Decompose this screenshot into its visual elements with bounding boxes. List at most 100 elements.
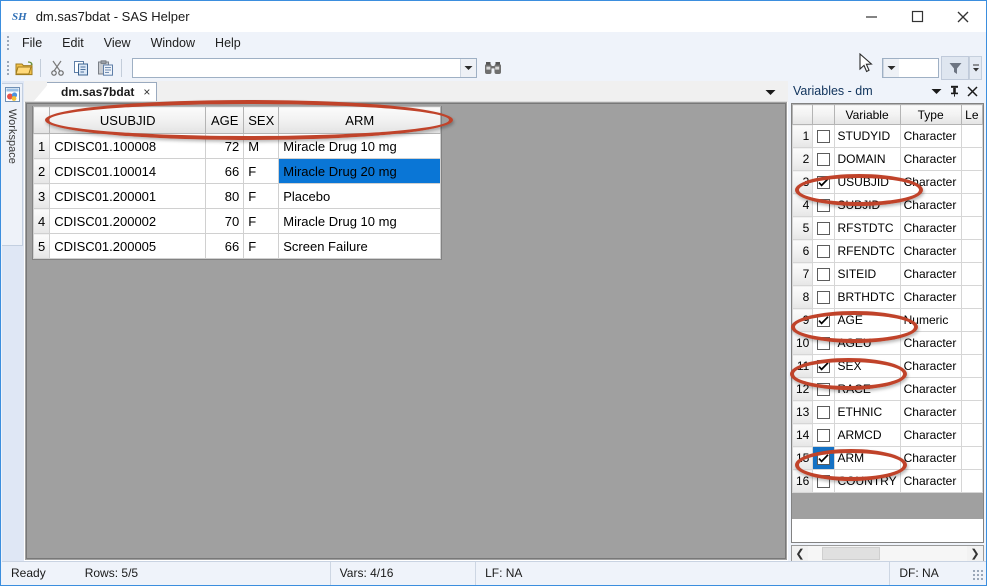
variable-row-number[interactable]: 8: [792, 285, 814, 309]
variable-type[interactable]: Character: [899, 400, 962, 424]
find-button[interactable]: [481, 57, 505, 79]
close-button[interactable]: [940, 1, 986, 32]
menu-help[interactable]: Help: [205, 33, 251, 53]
variable-checkbox[interactable]: [816, 130, 830, 144]
variable-checkbox-cell[interactable]: [812, 331, 835, 355]
variable-type[interactable]: Character: [899, 354, 962, 378]
variable-checkbox-cell[interactable]: [812, 124, 835, 148]
variable-type[interactable]: Character: [899, 331, 962, 355]
list-item[interactable]: 4 SUBJID Character: [792, 193, 983, 217]
table-row[interactable]: 4 CDISC01.200002 70 F Miracle Drug 10 mg: [32, 208, 442, 234]
variable-type[interactable]: Character: [899, 469, 962, 493]
variables-column-header-type[interactable]: Type: [899, 104, 962, 125]
column-header-age[interactable]: AGE: [205, 106, 245, 134]
cell-age[interactable]: 72: [205, 133, 245, 159]
variable-length[interactable]: [960, 308, 983, 332]
variable-name[interactable]: USUBJID: [833, 170, 901, 194]
variable-name[interactable]: COUNTRY: [833, 469, 901, 493]
variable-name[interactable]: RFSTDTC: [833, 216, 901, 240]
cell-arm[interactable]: Miracle Drug 10 mg: [278, 208, 442, 234]
variable-name[interactable]: RACE: [833, 377, 901, 401]
cell-arm[interactable]: Placebo: [278, 183, 442, 209]
cell-arm[interactable]: Miracle Drug 10 mg: [278, 133, 442, 159]
variable-name[interactable]: SEX: [833, 354, 901, 378]
variable-row-number[interactable]: 10: [792, 331, 814, 355]
chevron-right-icon[interactable]: ❯: [967, 546, 983, 561]
variable-checkbox-cell[interactable]: [812, 262, 835, 286]
cell-arm-selected[interactable]: Miracle Drug 20 mg: [278, 158, 442, 184]
variable-length[interactable]: [960, 147, 983, 171]
scrollbar-thumb[interactable]: [822, 547, 880, 560]
variable-length[interactable]: [960, 446, 983, 470]
variable-name[interactable]: ARMCD: [833, 423, 901, 447]
cell-usubjid[interactable]: CDISC01.200005: [49, 233, 207, 259]
variable-row-number[interactable]: 16: [792, 469, 814, 493]
variable-row-number[interactable]: 13: [792, 400, 814, 424]
document-tab-close-icon[interactable]: ×: [143, 85, 150, 99]
variables-horizontal-scrollbar[interactable]: ❮ ❯: [791, 545, 984, 562]
variable-checkbox-cell[interactable]: [812, 423, 835, 447]
variable-name[interactable]: ETHNIC: [833, 400, 901, 424]
variable-checkbox[interactable]: [816, 291, 830, 305]
variable-type[interactable]: Numeric: [899, 308, 962, 332]
variable-name[interactable]: AGE: [833, 308, 901, 332]
filter-dropdown-arrow-icon[interactable]: [883, 59, 899, 77]
variable-checkbox-cell[interactable]: [812, 239, 835, 263]
variable-checkbox-cell[interactable]: [812, 285, 835, 309]
list-item[interactable]: 10 AGEU Character: [792, 331, 983, 355]
variable-name[interactable]: BRTHDTC: [833, 285, 901, 309]
variable-checkbox-cell[interactable]: [812, 308, 835, 332]
panel-close-icon[interactable]: [963, 85, 981, 97]
column-header-sex[interactable]: SEX: [243, 106, 280, 134]
variable-name[interactable]: SUBJID: [833, 193, 901, 217]
list-item[interactable]: 5 RFSTDTC Character: [792, 216, 983, 240]
variable-length[interactable]: [960, 469, 983, 493]
variable-name[interactable]: STUDYID: [833, 124, 901, 148]
cell-usubjid[interactable]: CDISC01.200002: [49, 208, 207, 234]
cell-arm[interactable]: Screen Failure: [278, 233, 442, 259]
variable-name[interactable]: AGEU: [833, 331, 901, 355]
toolbar-overflow-button[interactable]: [969, 56, 982, 80]
list-item[interactable]: 9 AGE Numeric: [792, 308, 983, 332]
variable-checkbox-cell[interactable]: [812, 193, 835, 217]
variable-type[interactable]: Character: [899, 124, 962, 148]
search-input[interactable]: [132, 58, 477, 78]
variable-checkbox[interactable]: [816, 337, 830, 351]
cell-sex[interactable]: F: [243, 183, 280, 209]
variable-checkbox[interactable]: [816, 245, 830, 259]
variable-type[interactable]: Character: [899, 170, 962, 194]
search-dropdown-arrow-icon[interactable]: [460, 59, 476, 77]
list-item[interactable]: 1 STUDYID Character: [792, 124, 983, 148]
cell-usubjid[interactable]: CDISC01.200001: [49, 183, 207, 209]
variable-length[interactable]: [960, 216, 983, 240]
column-header-usubjid[interactable]: USUBJID: [49, 106, 207, 134]
table-row[interactable]: 1 CDISC01.100008 72 M Miracle Drug 10 mg: [32, 133, 442, 159]
variable-type[interactable]: Character: [899, 147, 962, 171]
variable-checkbox-cell[interactable]: [812, 147, 835, 171]
cut-button[interactable]: [45, 57, 69, 79]
variables-select-header[interactable]: [812, 104, 835, 125]
variable-length[interactable]: [960, 354, 983, 378]
variable-row-number[interactable]: 1: [792, 124, 814, 148]
variable-name[interactable]: SITEID: [833, 262, 901, 286]
variable-row-number[interactable]: 15: [792, 446, 814, 470]
variable-checkbox[interactable]: [816, 429, 830, 443]
cell-sex[interactable]: F: [243, 208, 280, 234]
filter-button[interactable]: [941, 56, 969, 80]
cell-usubjid[interactable]: CDISC01.100014: [49, 158, 207, 184]
tab-strip-menu-icon[interactable]: [765, 85, 776, 99]
column-header-arm[interactable]: ARM: [278, 106, 442, 134]
row-number[interactable]: 5: [32, 233, 51, 259]
variable-row-number[interactable]: 7: [792, 262, 814, 286]
open-button[interactable]: [12, 57, 36, 79]
variable-checkbox-cell[interactable]: [812, 354, 835, 378]
variable-checkbox[interactable]: [816, 153, 830, 167]
document-tab-dm[interactable]: dm.sas7bdat ×: [47, 82, 158, 101]
pin-icon[interactable]: [945, 85, 963, 97]
variable-length[interactable]: [960, 262, 983, 286]
variable-length[interactable]: [960, 285, 983, 309]
variable-checkbox-cell-selected[interactable]: [812, 446, 835, 470]
variable-checkbox[interactable]: [816, 406, 830, 420]
panel-menu-icon[interactable]: [927, 88, 945, 95]
variable-checkbox[interactable]: [816, 268, 830, 282]
